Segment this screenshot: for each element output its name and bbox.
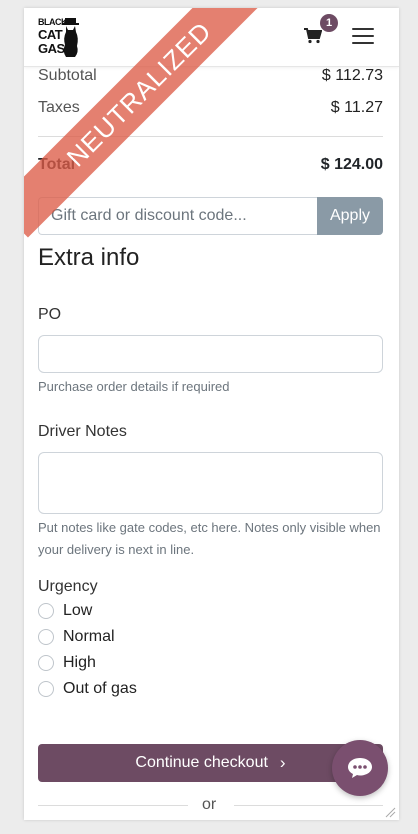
extra-info-heading: Extra info: [38, 244, 140, 271]
logo-line-cat: CAT: [38, 27, 63, 42]
radio-button[interactable]: [38, 681, 54, 697]
or-divider-left: [38, 805, 188, 806]
urgency-option-label: Normal: [63, 628, 115, 645]
checkout-card: BLACK CAT GAS 1 NEUTRALIZED Subtotal $ 1…: [24, 8, 399, 820]
chevron-right-icon: ›: [279, 753, 286, 772]
radio-button[interactable]: [38, 655, 54, 671]
discount-code-input[interactable]: [38, 197, 317, 235]
or-divider-right: [234, 805, 383, 806]
driver-notes-textarea[interactable]: [38, 452, 383, 514]
subtotal-row: Subtotal $ 112.73: [38, 67, 383, 85]
urgency-option-high[interactable]: High: [38, 654, 96, 672]
urgency-option-out-of-gas[interactable]: Out of gas: [38, 680, 137, 698]
radio-button[interactable]: [38, 629, 54, 645]
total-label: Total: [38, 156, 76, 173]
cart-count-badge: 1: [320, 14, 338, 32]
site-header: BLACK CAT GAS 1: [24, 8, 399, 67]
driver-notes-label: Driver Notes: [38, 423, 127, 440]
urgency-label: Urgency: [38, 578, 98, 595]
brand-logo[interactable]: BLACK CAT GAS: [38, 18, 88, 58]
urgency-option-label: Out of gas: [63, 680, 137, 697]
or-separator-text: or: [202, 796, 217, 813]
logo-line-gas: GAS: [38, 41, 65, 56]
po-input[interactable]: [38, 335, 383, 373]
urgency-option-normal[interactable]: Normal: [38, 628, 115, 646]
discount-form: Apply: [38, 197, 383, 235]
subtotal-value: $ 112.73: [321, 67, 383, 84]
chat-button[interactable]: [332, 740, 388, 796]
chat-bubble-icon: [348, 758, 372, 778]
continue-checkout-label: Continue checkout: [135, 754, 268, 771]
radio-button[interactable]: [38, 603, 54, 619]
urgency-option-label: High: [63, 654, 96, 671]
subtotal-label: Subtotal: [38, 67, 97, 84]
taxes-row: Taxes $ 11.27: [38, 99, 383, 117]
po-label: PO: [38, 306, 62, 323]
total-row: Total $ 124.00: [38, 156, 383, 174]
resize-grip-icon[interactable]: [384, 806, 396, 818]
continue-checkout-button[interactable]: Continue checkout ›: [38, 744, 383, 782]
taxes-label: Taxes: [38, 99, 80, 116]
cart-icon: [304, 28, 323, 44]
cat-silhouette-icon: [62, 18, 79, 57]
driver-notes-help-text: Put notes like gate codes, etc here. Not…: [38, 520, 381, 557]
taxes-value: $ 11.27: [330, 99, 383, 116]
po-help-text: Purchase order details if required: [38, 379, 230, 394]
hamburger-menu-button[interactable]: [352, 28, 374, 46]
total-value: $ 124.00: [320, 156, 383, 173]
cart-button[interactable]: [304, 28, 326, 48]
summary-divider: [38, 136, 383, 137]
apply-button[interactable]: Apply: [317, 197, 383, 235]
urgency-option-low[interactable]: Low: [38, 602, 92, 620]
hamburger-menu-icon: [352, 28, 374, 44]
urgency-option-label: Low: [63, 602, 93, 619]
